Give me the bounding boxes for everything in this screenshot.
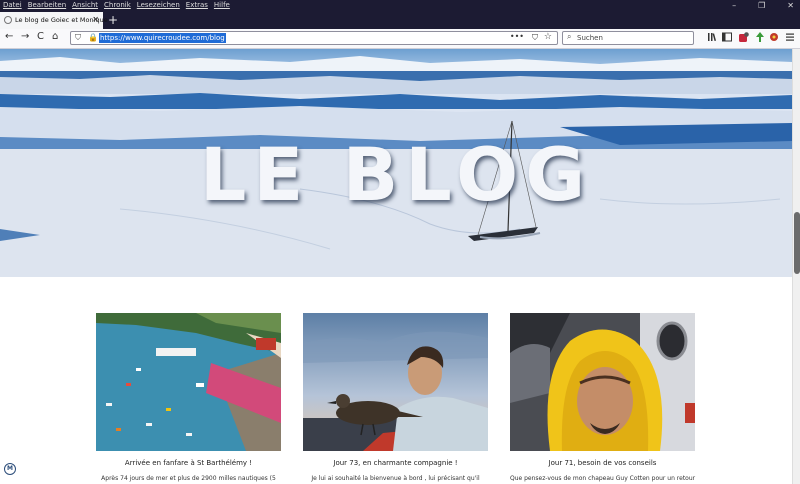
hero-title: LE BLOG bbox=[199, 133, 593, 218]
post-excerpt: Que pensez-vous de mon chapeau Guy Cotte… bbox=[510, 475, 696, 482]
menu-hilfe[interactable]: Hilfe bbox=[214, 1, 230, 9]
restore-button[interactable]: ❐ bbox=[758, 1, 765, 10]
post-excerpt: Après 74 jours de mer et plus de 2900 mi… bbox=[101, 475, 276, 482]
menu-extras[interactable]: Extras bbox=[186, 1, 208, 9]
url-text[interactable]: https://www.quirecroudee.com/blog bbox=[99, 33, 226, 43]
extension-green-icon[interactable] bbox=[755, 32, 765, 42]
post-excerpt: Je lui ai souhaité la bienvenue à bord ,… bbox=[311, 475, 480, 482]
scrollbar-thumb[interactable] bbox=[794, 212, 800, 274]
page-actions-icon[interactable]: ••• bbox=[510, 32, 524, 41]
extension-red-icon[interactable] bbox=[769, 32, 779, 42]
menu-chronik[interactable]: Chronik bbox=[104, 1, 131, 9]
bird-photo bbox=[303, 313, 488, 451]
minimize-button[interactable]: – bbox=[732, 1, 736, 10]
back-button[interactable]: ← bbox=[5, 31, 13, 42]
menu-bar: Datei Bearbeiten Ansicht Chronik Lesezei… bbox=[0, 0, 800, 12]
forward-button[interactable]: → bbox=[21, 31, 29, 42]
site-badge-icon[interactable]: M bbox=[4, 463, 16, 475]
hero-banner: LE BLOG bbox=[0, 49, 792, 277]
addon-badge-icon[interactable] bbox=[738, 32, 749, 43]
favicon-icon bbox=[4, 16, 12, 24]
harbour-photo bbox=[96, 313, 281, 451]
navigation-toolbar: ← → C ⌂ ⛉ 🔒 https://www.quirecroudee.com… bbox=[0, 29, 800, 49]
home-button[interactable]: ⌂ bbox=[52, 31, 58, 42]
lock-icon[interactable]: 🔒 bbox=[88, 33, 98, 42]
search-icon: ⌕ bbox=[567, 32, 572, 41]
menu-ansicht[interactable]: Ansicht bbox=[72, 1, 98, 9]
tab-blog[interactable]: Le blog de Goiec et Monique ✕ bbox=[0, 12, 108, 29]
search-placeholder[interactable]: Suchen bbox=[577, 34, 603, 42]
sou-wester-photo bbox=[510, 313, 695, 451]
menu-datei[interactable]: Datei bbox=[3, 1, 22, 9]
tab-bar: Le blog de Goiec et Monique ✕ + bbox=[0, 12, 800, 29]
post-image[interactable] bbox=[303, 313, 488, 451]
bookmark-star-icon[interactable]: ☆ bbox=[544, 32, 552, 42]
pocket-icon[interactable]: ⛉ bbox=[532, 33, 538, 43]
search-box[interactable]: ⌕ Suchen bbox=[562, 31, 694, 45]
library-icon[interactable] bbox=[707, 32, 717, 42]
new-tab-button[interactable]: + bbox=[108, 13, 118, 27]
menu-icon[interactable] bbox=[785, 32, 795, 42]
tab-close-icon[interactable]: ✕ bbox=[92, 15, 99, 24]
menu-bearbeiten[interactable]: Bearbeiten bbox=[28, 1, 66, 9]
menu-lesezeichen[interactable]: Lesezeichen bbox=[137, 1, 180, 9]
post-image[interactable] bbox=[96, 313, 281, 451]
post-image[interactable] bbox=[510, 313, 695, 451]
tracking-protection-icon[interactable]: ⛉ bbox=[75, 33, 81, 43]
post-title[interactable]: Jour 73, en charmante compagnie ! bbox=[303, 459, 488, 467]
sidebar-icon[interactable] bbox=[722, 32, 732, 42]
post-title[interactable]: Arrivée en fanfare à St Barthélémy ! bbox=[96, 459, 281, 467]
reload-button[interactable]: C bbox=[37, 31, 44, 42]
close-window-button[interactable]: ✕ bbox=[787, 1, 794, 10]
page-scrollbar[interactable] bbox=[792, 49, 800, 484]
post-title[interactable]: Jour 71, besoin de vos conseils bbox=[510, 459, 695, 467]
url-bar[interactable]: ⛉ 🔒 https://www.quirecroudee.com/blog ••… bbox=[70, 31, 558, 45]
